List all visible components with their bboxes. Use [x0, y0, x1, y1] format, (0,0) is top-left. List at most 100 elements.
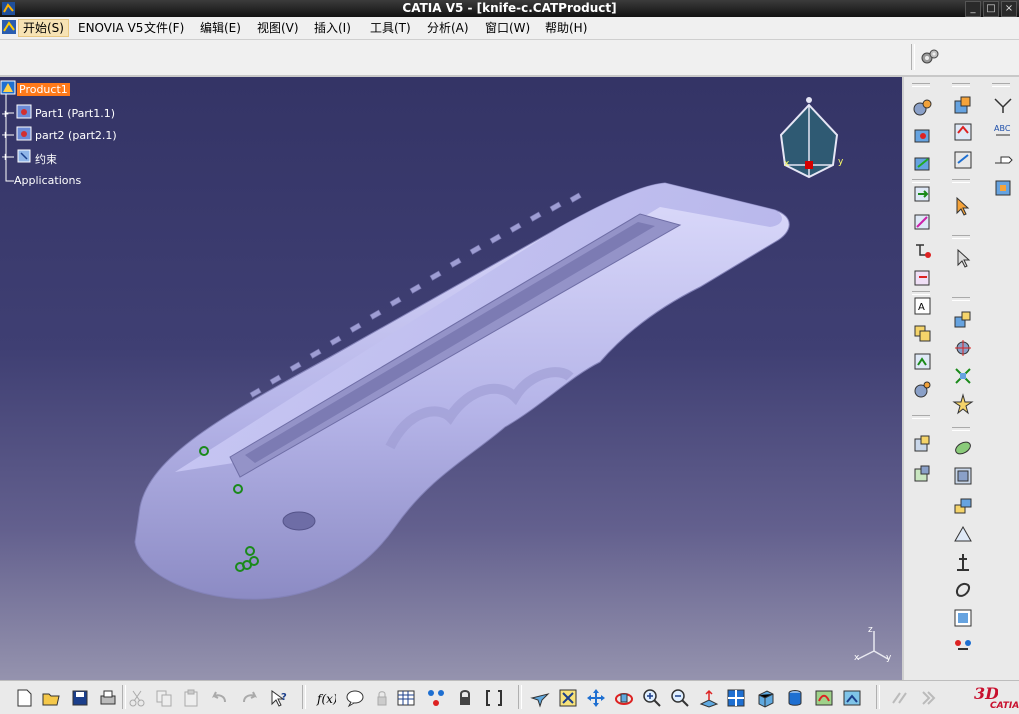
menu-edit[interactable]: 编辑(E)	[196, 20, 245, 36]
normal-view-icon[interactable]	[699, 688, 719, 708]
catalog-icon[interactable]	[426, 688, 446, 708]
new-part-icon[interactable]	[952, 149, 974, 171]
product-management-icon[interactable]	[912, 97, 934, 119]
double-chevron-disabled-icon[interactable]	[890, 688, 910, 708]
explode-icon[interactable]	[952, 309, 974, 331]
flexible-rigid-icon[interactable]	[952, 635, 974, 657]
smart-move-icon[interactable]	[952, 393, 974, 415]
bracket-icon[interactable]	[484, 688, 504, 708]
cut-icon[interactable]	[127, 688, 147, 708]
rotate-icon[interactable]	[614, 688, 634, 708]
security-lock-icon[interactable]	[455, 688, 475, 708]
constraints-icon[interactable]	[16, 148, 34, 164]
generate-numbering-icon[interactable]	[912, 239, 934, 261]
fast-multi-instantiation-icon[interactable]	[912, 351, 934, 373]
tree-item-constraints[interactable]: 约束	[35, 151, 57, 167]
view-compass[interactable]	[775, 95, 845, 190]
compass-y-label: y	[838, 157, 844, 167]
minimize-button[interactable]: _	[965, 1, 981, 17]
coincidence-constraint-icon[interactable]	[952, 437, 974, 459]
tree-item-part2[interactable]: part2 (part2.1)	[35, 129, 117, 142]
menu-start[interactable]: 开始(S)	[18, 19, 69, 37]
title-bar: CATIA V5 - [knife-c.CATProduct] _ □ ×	[0, 0, 1019, 17]
copy-icon[interactable]	[154, 688, 174, 708]
select-arrow-icon[interactable]	[952, 195, 974, 217]
help-pointer-icon[interactable]: ?	[269, 688, 289, 708]
manage-representations-icon[interactable]: A	[912, 295, 934, 317]
lock-disabled-icon[interactable]	[372, 688, 392, 708]
menu-window[interactable]: 窗口(W)	[481, 20, 534, 36]
fix-component-icon[interactable]	[952, 551, 974, 573]
fix-together-icon[interactable]	[952, 579, 974, 601]
3d-viewport[interactable]: x y z x y Product1 + Part1 (Part1.1) + p…	[0, 77, 902, 680]
multi-view-icon[interactable]	[726, 688, 746, 708]
menu-enovia[interactable]: ENOVIA V5	[74, 20, 147, 36]
manipulate-icon[interactable]	[952, 337, 974, 359]
document-icon[interactable]	[2, 20, 16, 34]
menu-tools[interactable]: 工具(T)	[366, 20, 415, 36]
zoom-out-icon[interactable]	[670, 688, 690, 708]
undo-icon[interactable]	[209, 688, 229, 708]
part-icon[interactable]	[16, 104, 34, 120]
redo-icon[interactable]	[240, 688, 260, 708]
fly-mode-icon[interactable]	[530, 688, 550, 708]
svg-text:A: A	[918, 302, 925, 313]
quick-constraint-icon[interactable]	[952, 607, 974, 629]
print-icon[interactable]	[98, 688, 118, 708]
flag-note-icon[interactable]	[992, 149, 1014, 171]
tree-item-part1[interactable]: Part1 (Part1.1)	[35, 107, 115, 120]
new-component-icon[interactable]	[952, 95, 974, 117]
zoom-in-icon[interactable]	[642, 688, 662, 708]
gear-icon[interactable]	[920, 48, 940, 66]
fit-all-icon[interactable]	[558, 688, 578, 708]
selective-load-icon[interactable]	[912, 267, 934, 289]
contact-constraint-icon[interactable]	[952, 465, 974, 487]
replace-component-icon[interactable]	[912, 183, 934, 205]
snap-icon[interactable]	[952, 365, 974, 387]
catia-logo-text: CATIA	[990, 701, 1019, 711]
paste-icon[interactable]	[181, 688, 201, 708]
shading-icon[interactable]	[785, 688, 805, 708]
isometric-view-icon[interactable]	[755, 688, 775, 708]
reuse-pattern-icon[interactable]	[912, 379, 934, 401]
new-product-icon[interactable]	[952, 121, 974, 143]
compass-manipulate-icon[interactable]	[952, 247, 974, 269]
expand-icon[interactable]: +	[1, 130, 9, 141]
pan-icon[interactable]	[586, 688, 606, 708]
maximize-button[interactable]: □	[983, 1, 999, 17]
expand-icon[interactable]: +	[1, 109, 9, 120]
open-folder-icon[interactable]	[41, 688, 61, 708]
existing-component-icon[interactable]	[912, 125, 934, 147]
scenes-icon[interactable]	[992, 177, 1014, 199]
menu-file[interactable]: 文件(F)	[140, 20, 188, 36]
axis-system-icon[interactable]	[992, 93, 1014, 115]
new-document-icon[interactable]	[14, 688, 34, 708]
clash-icon[interactable]	[912, 463, 934, 485]
close-button[interactable]: ×	[1001, 1, 1017, 17]
knowledge-advisor-icon[interactable]	[345, 688, 365, 708]
existing-component-positioning-icon[interactable]	[912, 153, 934, 175]
menu-view[interactable]: 视图(V)	[253, 20, 303, 36]
angle-constraint-icon[interactable]	[952, 523, 974, 545]
menu-insert[interactable]: 插入(I)	[310, 20, 355, 36]
hide-show-icon[interactable]	[814, 688, 834, 708]
tree-item-product1[interactable]: Product1	[17, 83, 70, 96]
swap-visible-space-icon[interactable]	[842, 688, 862, 708]
text-annotation-icon[interactable]: ABC	[992, 121, 1014, 143]
more-tools-chevron-icon[interactable]	[918, 688, 938, 708]
space-analysis-icon[interactable]	[912, 433, 934, 455]
product-icon[interactable]	[0, 80, 18, 96]
tree-item-applications[interactable]: Applications	[14, 174, 81, 187]
menu-analyze[interactable]: 分析(A)	[423, 20, 473, 36]
formula-icon[interactable]: f(x)	[316, 688, 336, 708]
menu-help[interactable]: 帮助(H)	[541, 20, 591, 36]
part-icon[interactable]	[16, 126, 34, 142]
design-table-icon[interactable]	[396, 688, 416, 708]
triad-x-label: x	[854, 653, 860, 663]
right-toolbar-panel: A ABC	[902, 77, 1019, 680]
expand-icon[interactable]: +	[1, 152, 9, 163]
offset-constraint-icon[interactable]	[952, 495, 974, 517]
graph-tree-reordering-icon[interactable]	[912, 211, 934, 233]
multi-instantiation-icon[interactable]	[912, 323, 934, 345]
save-icon[interactable]	[70, 688, 90, 708]
